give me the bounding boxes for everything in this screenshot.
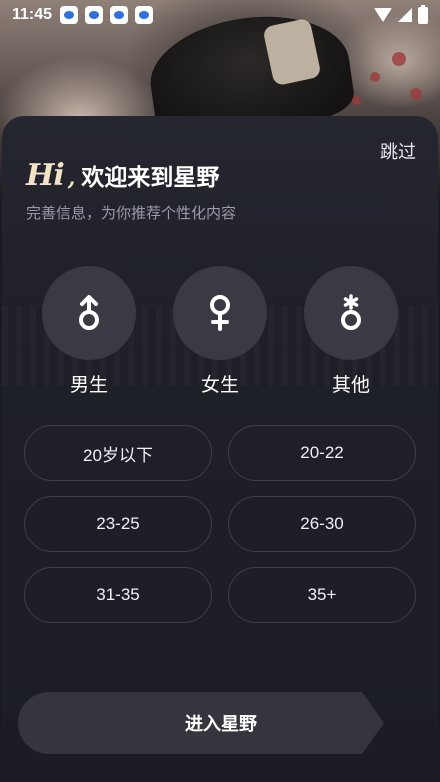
enter-button-container: 进入星野	[18, 692, 438, 754]
age-option-20-22[interactable]: 20-22	[228, 425, 416, 481]
age-option-35-plus[interactable]: 35+	[228, 567, 416, 623]
blossom-decoration	[352, 96, 361, 105]
gender-label: 女生	[200, 374, 239, 396]
onboarding-sheet: 跳过 Hi , 欢迎来到星野 完善信息，为你推荐个性化内容 男生 女生 其他 2…	[2, 116, 438, 782]
age-option-under-20[interactable]: 20岁以下	[24, 425, 212, 481]
arrow-shape-icon	[362, 692, 384, 754]
enter-button[interactable]: 进入星野	[18, 692, 362, 754]
app-notification-icon	[110, 6, 129, 24]
welcome-title: Hi , 欢迎来到星野	[26, 158, 219, 193]
wifi-icon	[374, 8, 392, 22]
gender-circle[interactable]	[42, 266, 136, 360]
gender-option-male[interactable]: 男生	[42, 266, 136, 397]
gender-option-female[interactable]: 女生	[173, 266, 267, 397]
app-notification-icon	[135, 6, 154, 24]
blossom-decoration	[370, 72, 380, 82]
age-option-26-30[interactable]: 26-30	[228, 496, 416, 552]
age-option-31-35[interactable]: 31-35	[24, 567, 212, 623]
status-time: 11:45	[12, 6, 53, 23]
gender-label: 其他	[331, 374, 370, 396]
age-range-selector: 20岁以下 20-22 23-25 26-30 31-35 35+	[24, 425, 416, 623]
hi-logo: Hi	[26, 158, 65, 193]
age-option-23-25[interactable]: 23-25	[24, 496, 212, 552]
page-subtitle: 完善信息，为你推荐个性化内容	[26, 204, 237, 222]
app-notification-icon	[60, 6, 79, 24]
blossom-decoration	[410, 88, 422, 100]
battery-charging-icon	[418, 4, 428, 24]
gender-circle[interactable]	[304, 266, 398, 360]
female-symbol-icon	[210, 295, 230, 331]
gender-circle[interactable]	[173, 266, 267, 360]
gender-selector: 男生 女生 其他	[2, 266, 438, 397]
enter-button-label: 进入星野	[185, 714, 257, 735]
gender-option-other[interactable]: 其他	[304, 266, 398, 397]
status-bar: 11:45	[0, 0, 440, 30]
status-indicators	[374, 4, 428, 24]
hi-logo-comma: ,	[67, 165, 76, 191]
skip-button[interactable]: 跳过	[380, 138, 416, 164]
other-gender-symbol-icon	[341, 294, 361, 330]
page-title: 欢迎来到星野	[81, 165, 220, 191]
blossom-decoration	[392, 52, 406, 66]
male-symbol-icon	[79, 295, 99, 330]
gender-label: 男生	[69, 374, 108, 396]
signal-icon	[398, 8, 412, 22]
app-notification-icon	[85, 6, 104, 24]
